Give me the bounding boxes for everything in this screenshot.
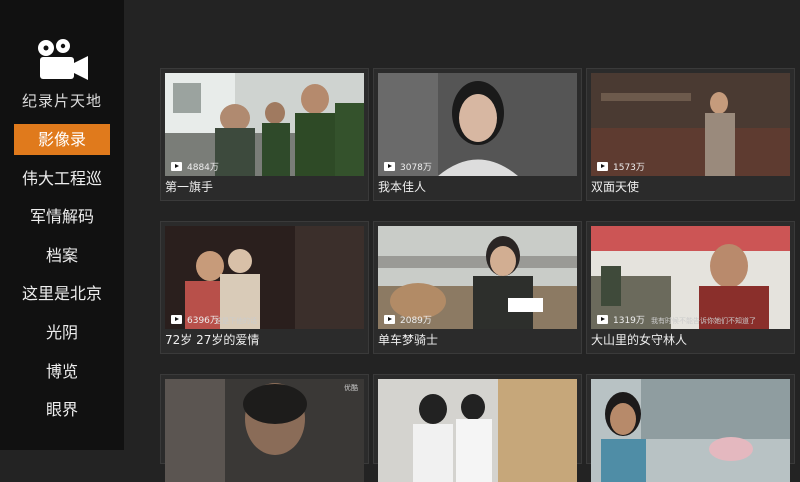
view-count: 2089万	[384, 313, 432, 326]
play-icon	[384, 162, 395, 171]
video-thumbnail	[591, 379, 790, 482]
video-card[interactable]: 2089万 单车梦骑士	[373, 221, 582, 354]
nav-item-zheli-shi-beijing[interactable]: 这里是北京	[14, 278, 110, 309]
view-count: 1573万	[597, 160, 645, 173]
video-thumbnail: 2089万	[378, 226, 577, 329]
subtitle-caption: 我有时候不能告诉你她们不知道了	[651, 317, 756, 325]
nav-item-junqing-jiema[interactable]: 军情解码	[14, 201, 110, 232]
play-icon	[384, 315, 395, 324]
sidebar: 纪录片天地 影像录 伟大工程巡 军情解码 档案 这里是北京 光阴 博览 眼界	[0, 0, 124, 450]
play-icon	[171, 162, 182, 171]
video-title: 72岁 27岁的爱情	[165, 333, 260, 347]
nav-item-bolan[interactable]: 博览	[14, 356, 110, 387]
app-title: 纪录片天地	[21, 92, 102, 110]
video-thumbnail: 优酷	[165, 379, 364, 482]
nav-item-dangan[interactable]: 档案	[14, 240, 110, 271]
view-count: 6396万	[171, 313, 219, 326]
video-card[interactable]: 这是下他的话 6396万 72岁 27岁的爱情	[160, 221, 369, 354]
video-card[interactable]: 优酷	[160, 374, 369, 482]
video-title: 双面天使	[591, 180, 640, 194]
subtitle-caption: 这是下他的话	[215, 317, 257, 325]
play-icon	[597, 315, 608, 324]
play-icon	[171, 315, 182, 324]
video-card[interactable]	[586, 374, 795, 482]
video-watermark: 优酷	[344, 384, 358, 392]
video-card[interactable]	[373, 374, 582, 482]
video-card[interactable]: 3078万 我本佳人	[373, 68, 582, 201]
video-card[interactable]: 我有时候不能告诉你她们不知道了 1319万 大山里的女守林人	[586, 221, 795, 354]
video-title: 第一旗手	[165, 180, 214, 194]
video-thumbnail: 这是下他的话 6396万	[165, 226, 364, 329]
view-count: 3078万	[384, 160, 432, 173]
nav-menu: 影像录 伟大工程巡 军情解码 档案 这里是北京 光阴 博览 眼界	[14, 124, 110, 433]
video-thumbnail: 3078万	[378, 73, 577, 176]
nav-item-guangyin[interactable]: 光阴	[14, 317, 110, 348]
nav-item-weida-gongcheng[interactable]: 伟大工程巡	[14, 163, 110, 194]
video-card[interactable]: 1573万 双面天使	[586, 68, 795, 201]
view-count: 1319万	[597, 313, 645, 326]
play-icon	[597, 162, 608, 171]
video-thumbnail: 1573万	[591, 73, 790, 176]
video-grid: 4884万 第一旗手 3078万 我本佳人 1573万 双面天使 这是下他的话 …	[124, 0, 800, 482]
nav-item-yanjie[interactable]: 眼界	[14, 394, 110, 425]
view-count: 4884万	[171, 160, 219, 173]
video-thumbnail: 我有时候不能告诉你她们不知道了 1319万	[591, 226, 790, 329]
nav-item-yingxianglu[interactable]: 影像录	[14, 124, 110, 155]
video-thumbnail	[378, 379, 577, 482]
video-title: 我本佳人	[378, 180, 427, 194]
video-card[interactable]: 4884万 第一旗手	[160, 68, 369, 201]
video-title: 单车梦骑士	[378, 333, 439, 347]
video-title: 大山里的女守林人	[591, 333, 688, 347]
film-camera-icon	[38, 39, 88, 80]
video-thumbnail: 4884万	[165, 73, 364, 176]
